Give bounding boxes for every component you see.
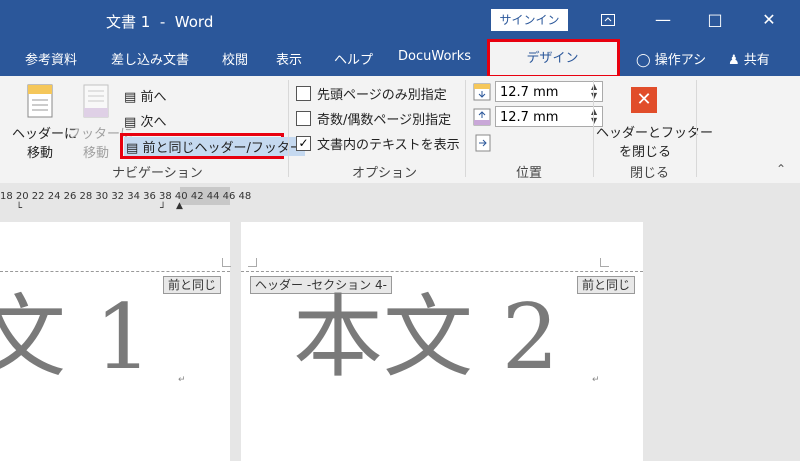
navigation-group-label: ナビゲーション <box>112 166 203 181</box>
share-label: 共有 <box>743 53 770 68</box>
goto-header-icon <box>27 84 53 122</box>
close-group-label: 閉じる <box>630 166 670 181</box>
footer-position-icon <box>473 108 491 130</box>
same-as-previous-tag: 前と同じ <box>577 276 636 294</box>
body-text[interactable]: 本文 2 <box>293 293 559 383</box>
maximize-icon[interactable]: □ <box>700 6 730 34</box>
options-group-label: オプション <box>352 166 418 181</box>
next-icon: ▤ <box>124 115 137 130</box>
highlight-box <box>487 39 620 78</box>
link-to-previous-label: 前と同じヘッダー/フッター <box>142 141 303 156</box>
person-add-icon: ♟ <box>728 53 740 68</box>
close-header-footer-line1: ヘッダーとフッター <box>596 126 714 141</box>
previous-button[interactable]: ▤ 前へ <box>124 86 166 105</box>
goto-footer-line2: 移動 <box>82 146 109 161</box>
paragraph-mark: ↵ <box>178 375 186 385</box>
share-button[interactable]: ♟ 共有 <box>728 49 770 68</box>
next-button[interactable]: ▤ 次へ <box>124 111 166 130</box>
insert-alignment-tab-icon[interactable] <box>475 134 491 156</box>
close-header-footer-icon: ✕ <box>631 87 657 113</box>
minimize-icon[interactable]: — <box>648 6 678 34</box>
margin-corner-mark <box>600 258 609 267</box>
show-text-checkbox[interactable]: ✓ <box>296 136 311 151</box>
first-page-checkbox[interactable] <box>296 86 311 101</box>
next-label: 次へ <box>140 115 167 130</box>
position-group-label: 位置 <box>516 166 543 181</box>
tab-references[interactable]: 参考資料 <box>25 49 77 68</box>
previous-label: 前へ <box>140 90 167 105</box>
body-text[interactable]: 文 1 <box>0 293 152 383</box>
close-header-footer-button[interactable]: ヘッダーとフッター を閉じる <box>596 122 714 160</box>
tab-help[interactable]: ヘルプ <box>334 49 373 68</box>
footer-position-input[interactable]: 12.7 mm <box>495 106 603 127</box>
ribbon-display-options-icon[interactable] <box>593 6 623 34</box>
goto-footer-line1: フッターに <box>68 127 134 142</box>
close-window-icon[interactable]: ✕ <box>754 6 784 34</box>
margin-corner-mark <box>222 258 231 267</box>
window-title: 文書 1 - Word <box>106 13 214 31</box>
horizontal-ruler[interactable]: 18 20 22 24 26 28 30 32 34 36 38 40 42 4… <box>0 191 251 202</box>
link-to-previous-button[interactable]: ▤ 前と同じヘッダー/フッター <box>124 137 305 156</box>
header-position-spinner[interactable]: ▲ ▼ <box>591 82 597 100</box>
margin-corner-mark <box>248 258 257 267</box>
first-page-label: 先頭ページのみ別指定 <box>317 88 447 103</box>
left-tab-marker-icon[interactable]: └ <box>16 203 22 214</box>
group-divider <box>593 80 594 177</box>
tab-review[interactable]: 校閲 <box>222 49 248 68</box>
header-boundary-right <box>241 271 643 272</box>
goto-header-line1: ヘッダーに <box>12 127 78 142</box>
tell-me-label: 操作アシ <box>654 53 707 68</box>
goto-footer-icon <box>83 84 109 122</box>
tab-mailings[interactable]: 差し込み文書 <box>111 49 189 68</box>
tab-view[interactable]: 表示 <box>276 49 302 68</box>
tab-docuworks[interactable]: DocuWorks <box>398 49 471 64</box>
ruler-area <box>0 183 800 221</box>
tell-me-search[interactable]: ◯ 操作アシ <box>636 49 706 68</box>
collapse-ribbon-icon[interactable]: ⌃ <box>776 162 786 176</box>
paragraph-mark: ↵ <box>592 375 600 385</box>
goto-header-button[interactable]: ヘッダーに 移動 <box>12 123 78 161</box>
header-position-value: 12.7 mm <box>500 85 559 100</box>
signin-button[interactable]: サインイン <box>491 9 568 31</box>
odd-even-label: 奇数/偶数ページ別指定 <box>317 113 452 128</box>
indent-marker-icon[interactable]: ▲ <box>176 201 183 211</box>
header-position-icon <box>473 83 491 105</box>
goto-footer-button[interactable]: フッターに 移動 <box>68 123 134 161</box>
lightbulb-icon: ◯ <box>636 53 651 68</box>
header-position-input[interactable]: 12.7 mm <box>495 81 603 102</box>
footer-position-value: 12.7 mm <box>500 110 559 125</box>
right-tab-marker-icon[interactable]: ┘ <box>160 203 166 214</box>
same-as-previous-tag: 前と同じ <box>163 276 222 294</box>
goto-header-line2: 移動 <box>26 146 53 161</box>
header-boundary-left <box>0 271 230 272</box>
show-text-label: 文書内のテキストを表示 <box>317 138 460 153</box>
group-divider <box>288 80 289 177</box>
close-header-footer-line2: を閉じる <box>618 145 671 160</box>
odd-even-checkbox[interactable] <box>296 111 311 126</box>
previous-icon: ▤ <box>124 90 137 105</box>
group-divider <box>465 80 466 177</box>
link-to-previous-icon: ▤ <box>126 141 139 156</box>
group-divider <box>696 80 697 177</box>
